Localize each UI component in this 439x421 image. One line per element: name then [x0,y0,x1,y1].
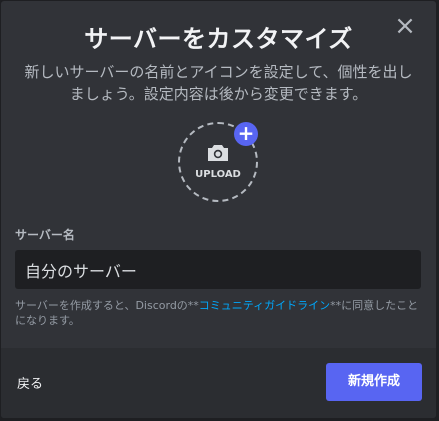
server-name-input[interactable] [15,250,421,289]
create-button[interactable]: 新規作成 [326,363,422,401]
terms-prefix: サーバーを作成すると、Discordの** [15,299,199,312]
back-button[interactable]: 戻る [17,373,43,392]
customize-server-modal: × サーバーをカスタマイズ 新しいサーバーの名前とアイコンを設定して、個性を出し… [0,0,437,419]
upload-label: UPLOAD [195,169,241,180]
modal-title: サーバーをカスタマイズ [84,25,353,53]
add-icon[interactable]: + [234,122,258,146]
community-guidelines-link[interactable]: コミュニティガイドライン [199,299,330,312]
server-name-label: サーバー名 [15,228,75,242]
camera-icon [208,145,228,161]
modal-footer: 戻る 新規作成 [1,348,436,418]
modal-subtitle: 新しいサーバーの名前とアイコンを設定して、個性を出しましょう。設定内容は後から変… [24,63,413,103]
terms-text: サーバーを作成すると、Discordの**コミュニティガイドライン**に同意した… [15,298,425,328]
